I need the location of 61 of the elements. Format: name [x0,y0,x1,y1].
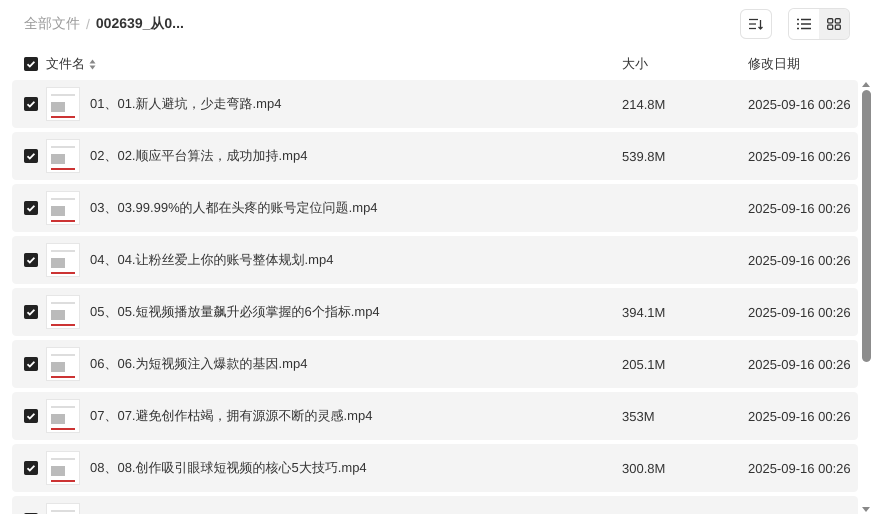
checkbox[interactable] [24,409,38,423]
sort-arrows-icon[interactable] [89,58,96,70]
file-row[interactable]: 02、02.顺应平台算法，成功加持.mp4 539.8M 2025-09-16 00:26 [12,132,858,180]
file-name[interactable]: 05、05.短视频播放量飙升必须掌握的6个指标.mp4 [88,303,622,321]
breadcrumb-link[interactable]: 002639_从0... [96,15,184,33]
file-size: 353M [622,408,656,424]
modified-date: 2025-09-16 00:26 [748,408,852,424]
file-row[interactable]: 08、08.创作吸引眼球短视频的核心5大技巧.mp4 300.8M 2025-09-16 00:26 [12,444,858,492]
thumbnail-placeholder [46,87,80,121]
file-size: 539.8M [622,148,666,164]
sort-button[interactable] [740,9,772,39]
modified-date: 2025-09-16 00:26 [748,96,852,112]
file-row[interactable]: 07、07.避免创作枯竭，拥有源源不断的灵感.mp4 353M 2025-09-16 00:26 [12,392,858,440]
file-name[interactable]: 03、03.99.99%的人都在头疼的账号定位问题.mp4 [88,199,622,217]
thumbnail-placeholder [46,399,80,433]
file-row[interactable]: 04、04.让粉丝爱上你的账号整体规划.mp4 2025-09-16 00:26 [12,236,858,284]
thumbnail-placeholder [46,243,80,277]
file-row[interactable]: 01、01.新人避坑，少走弯路.mp4 214.8M 2025-09-16 00:26 [12,80,858,128]
thumbnail-placeholder [46,139,80,173]
checkbox[interactable] [24,357,38,371]
breadcrumb-separator: / [86,16,90,32]
thumbnail-placeholder [46,347,80,381]
file-row[interactable]: 05、05.短视频播放量飙升必须掌握的6个指标.mp4 394.1M 2025-09-16 00:26 [12,288,858,336]
thumbnail-placeholder [46,191,80,225]
column-header[interactable]: 文件名 [46,55,85,73]
file-row[interactable]: 06、06.为短视频注入爆款的基因.mp4 205.1M 2025-09-16 00:26 [12,340,858,388]
checkbox[interactable] [24,149,38,163]
scroll-up-icon[interactable] [861,80,871,88]
checkbox[interactable] [24,97,38,111]
grid-icon [827,18,841,30]
checkbox[interactable] [24,57,38,71]
checkbox[interactable] [24,201,38,215]
file-size: 214.8M [622,96,666,112]
scroll-down-icon[interactable] [861,506,871,514]
modified-date: 2025-09-16 00:26 [748,148,852,164]
modified-date: 2025-09-16 00:26 [748,356,852,372]
file-size: 205.1M [622,356,666,372]
scrollbar-thumb[interactable] [862,90,870,362]
list-icon [797,18,811,30]
file-row[interactable]: 03、03.99.99%的人都在头疼的账号定位问题.mp4 2025-09-16 00:26 [12,184,858,232]
thumbnail-placeholder [46,295,80,329]
file-name[interactable]: 02、02.顺应平台算法，成功加持.mp4 [88,147,622,165]
modified-date: 2025-09-16 00:26 [748,200,852,216]
file-name[interactable]: 01、01.新人避坑，少走弯路.mp4 [88,95,622,113]
modified-date: 2025-09-16 00:26 [748,252,852,268]
file-size: 300.8M [622,460,666,476]
checkbox[interactable] [24,253,38,267]
column-header[interactable]: 修改日期 [748,55,800,73]
file-name[interactable]: 08、08.创作吸引眼球短视频的核心5大技巧.mp4 [88,459,622,477]
sort-icon [749,18,763,30]
modified-date: 2025-09-16 00:26 [748,460,852,476]
checkbox[interactable] [24,461,38,475]
file-size: 394.1M [622,304,666,320]
column-header[interactable]: 大小 [622,55,648,73]
file-name[interactable]: 07、07.避免创作枯竭，拥有源源不断的灵感.mp4 [88,407,622,425]
file-name[interactable]: 04、04.让粉丝爱上你的账号整体规划.mp4 [88,251,622,269]
thumbnail-placeholder [46,451,80,485]
file-name[interactable]: 06、06.为短视频注入爆款的基因.mp4 [88,355,622,373]
modified-date: 2025-09-16 00:26 [748,304,852,320]
grid-view-button[interactable] [819,9,849,39]
checkbox[interactable] [24,305,38,319]
